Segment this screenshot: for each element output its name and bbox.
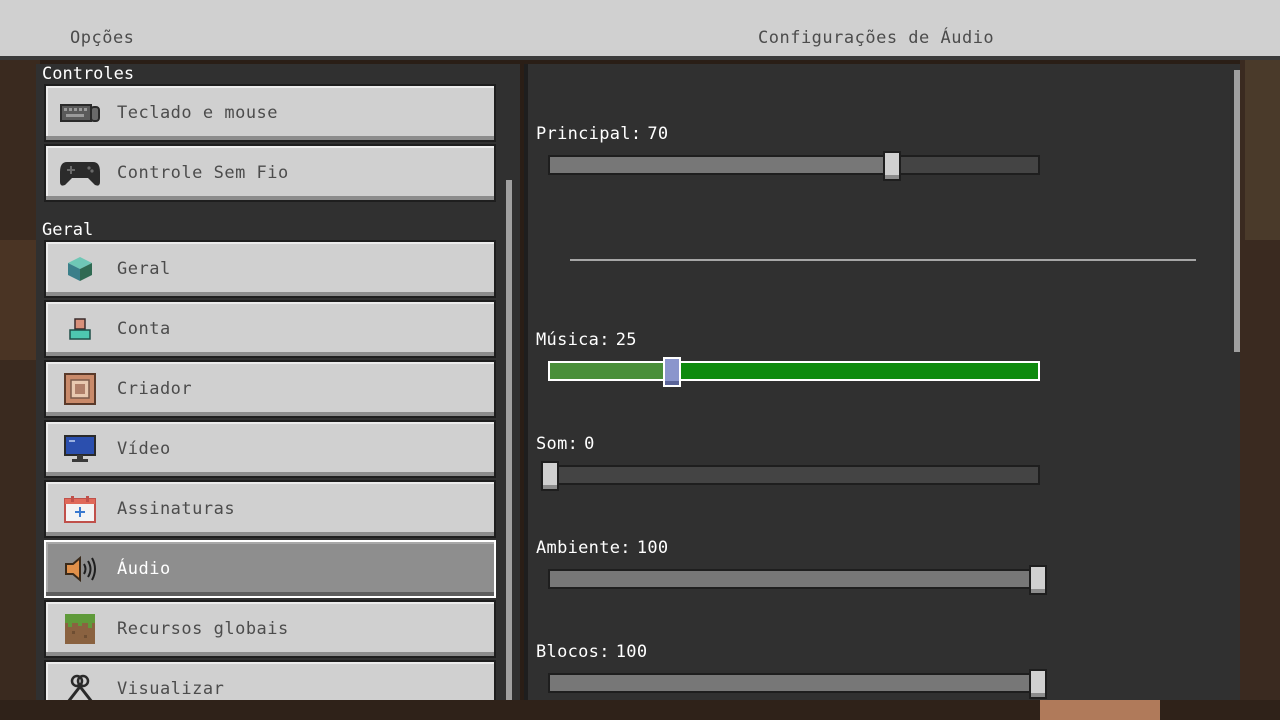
slider-handle[interactable]	[541, 461, 559, 491]
monitor-icon	[58, 429, 102, 469]
section-label-general: Geral	[42, 220, 94, 240]
slider-label-text: Principal:	[536, 124, 642, 144]
sidebar-item-label: Teclado e mouse	[117, 103, 279, 123]
sidebar-item-video[interactable]: Vídeo	[44, 420, 496, 478]
slider-fill	[550, 157, 892, 173]
sidebar-item-audio[interactable]: Áudio	[44, 540, 496, 598]
slider-ambient[interactable]	[548, 565, 1047, 595]
sidebar-item-global-resources[interactable]: Recursos globais	[44, 600, 496, 658]
sidebar-item-creator[interactable]: Criador	[44, 360, 496, 418]
top-header-bar: Opções Configurações de Áudio	[0, 0, 1280, 60]
slider-label-text: Ambiente:	[536, 538, 631, 558]
slider-label-text: Música:	[536, 330, 610, 350]
sidebar-item-label: Recursos globais	[117, 619, 289, 639]
slider-label-text: Blocos:	[536, 642, 610, 662]
sidebar-item-subscriptions[interactable]: Assinaturas	[44, 480, 496, 538]
sidebar-item-label: Assinaturas	[117, 499, 236, 519]
slider-value-text: 100	[615, 642, 648, 662]
sidebar-item-account[interactable]: Conta	[44, 300, 496, 358]
slider-handle[interactable]	[1029, 669, 1047, 699]
slider-value-text: 0	[584, 434, 595, 454]
sidebar-item-general[interactable]: Geral	[44, 240, 496, 298]
grass-block-icon	[58, 609, 102, 649]
slider-blocks[interactable]	[548, 669, 1047, 699]
sidebar-item-label: Criador	[117, 379, 193, 399]
gamepad-icon	[58, 153, 102, 193]
sidebar-item-label: Geral	[117, 259, 171, 279]
sidebar-item-keyboard-mouse[interactable]: Teclado e mouse	[44, 84, 496, 142]
slider-value-text: 100	[636, 538, 669, 558]
slider-handle[interactable]	[663, 357, 681, 387]
slider-value-text: 70	[647, 124, 669, 144]
slider-sound[interactable]	[541, 461, 1040, 491]
slider-label-ambient: Ambiente: 100	[536, 538, 668, 558]
sidebar-item-label: Áudio	[117, 559, 171, 579]
settings-sidebar: Controles Teclado e mouse Controle Sem F…	[36, 64, 520, 700]
slider-fill	[550, 363, 672, 379]
section-divider	[570, 259, 1196, 261]
subscriptions-icon	[58, 489, 102, 529]
slider-label-music: Música: 25	[536, 330, 637, 350]
slider-principal[interactable]	[548, 151, 1040, 181]
section-label-controls: Controles	[42, 64, 135, 84]
audio-settings-title: Configurações de Áudio	[758, 28, 995, 48]
sidebar-item-label: Vídeo	[117, 439, 171, 459]
tools-icon	[58, 669, 102, 700]
sidebar-item-wireless-controller[interactable]: Controle Sem Fio	[44, 144, 496, 202]
slider-music[interactable]	[548, 357, 1040, 387]
slider-label-blocks: Blocos: 100	[536, 642, 647, 662]
creator-icon	[58, 369, 102, 409]
slider-label-principal: Principal: 70	[536, 124, 668, 144]
slider-fill	[550, 675, 1038, 691]
slider-handle[interactable]	[882, 151, 901, 181]
audio-panel-scrollbar-thumb[interactable]	[1234, 70, 1240, 352]
speaker-icon	[58, 549, 102, 589]
sidebar-item-label: Conta	[117, 319, 171, 339]
slider-value-text: 25	[615, 330, 637, 350]
keyboard-mouse-icon	[58, 93, 102, 133]
sidebar-item-label: Visualizar	[117, 679, 225, 699]
slider-handle[interactable]	[1029, 565, 1047, 595]
slider-label-text: Som:	[536, 434, 579, 454]
slider-fill	[550, 571, 1038, 587]
account-icon	[58, 309, 102, 349]
audio-settings-panel: Principal: 70 Música: 25 Som: 0 Ambiente…	[524, 64, 1240, 700]
sidebar-item-label: Controle Sem Fio	[117, 163, 289, 183]
sidebar-item-view[interactable]: Visualizar	[44, 660, 496, 700]
cube-icon	[58, 249, 102, 289]
sidebar-scrollbar-thumb[interactable]	[506, 180, 512, 700]
slider-label-sound: Som: 0	[536, 434, 595, 454]
options-title: Opções	[70, 28, 135, 48]
